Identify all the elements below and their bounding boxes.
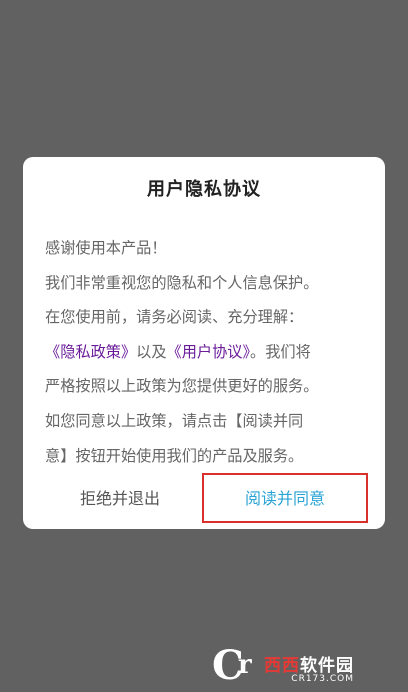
refuse-exit-button[interactable]: 拒绝并退出 xyxy=(45,479,195,519)
watermark-text: 西西软件园 CR173.COM xyxy=(264,651,354,684)
brand-white-text: 软件园 xyxy=(300,655,354,676)
logo-letter-r: r xyxy=(238,650,252,680)
body-line: 严格按照以上政策为您提供更好的服务。 xyxy=(45,377,319,396)
dialog-body: 感谢使用本产品！ 我们非常重视您的隐私和个人信息保护。 在您使用前，请务必阅读、… xyxy=(45,231,367,473)
body-line: 在您使用前，请务必阅读、充分理解： xyxy=(45,308,304,327)
read-agree-button[interactable]: 阅读并同意 xyxy=(205,479,365,519)
watermark-logo: C r xyxy=(208,642,262,689)
user-agreement-link[interactable]: 《用户协议》 xyxy=(167,343,251,361)
watermark-domain: CR173.COM xyxy=(291,673,354,684)
body-line: 我们非常重视您的隐私和个人信息保护。 xyxy=(45,273,319,292)
privacy-dialog: 用户隐私协议 感谢使用本产品！ 我们非常重视您的隐私和个人信息保护。 在您使用前… xyxy=(23,157,385,529)
body-line: 意】按钮开始使用我们的产品及服务。 xyxy=(45,446,304,465)
connector-text: 以及 xyxy=(136,342,167,361)
dialog-title: 用户隐私协议 xyxy=(147,179,261,200)
body-line: 感谢使用本产品！ xyxy=(45,239,167,257)
watermark: C r 西西软件园 CR173.COM xyxy=(208,642,388,689)
privacy-policy-link[interactable]: 《隐私政策》 xyxy=(45,343,136,361)
body-line-links: 《隐私政策》以及《用户协议》。我们将 xyxy=(45,335,367,370)
brand-red-text: 西西 xyxy=(264,655,300,676)
body-line-tail: 。我们将 xyxy=(250,342,311,361)
body-line: 如您同意以上政策，请点击【阅读并同 xyxy=(45,411,304,430)
watermark-brand: 西西软件园 xyxy=(264,651,354,676)
